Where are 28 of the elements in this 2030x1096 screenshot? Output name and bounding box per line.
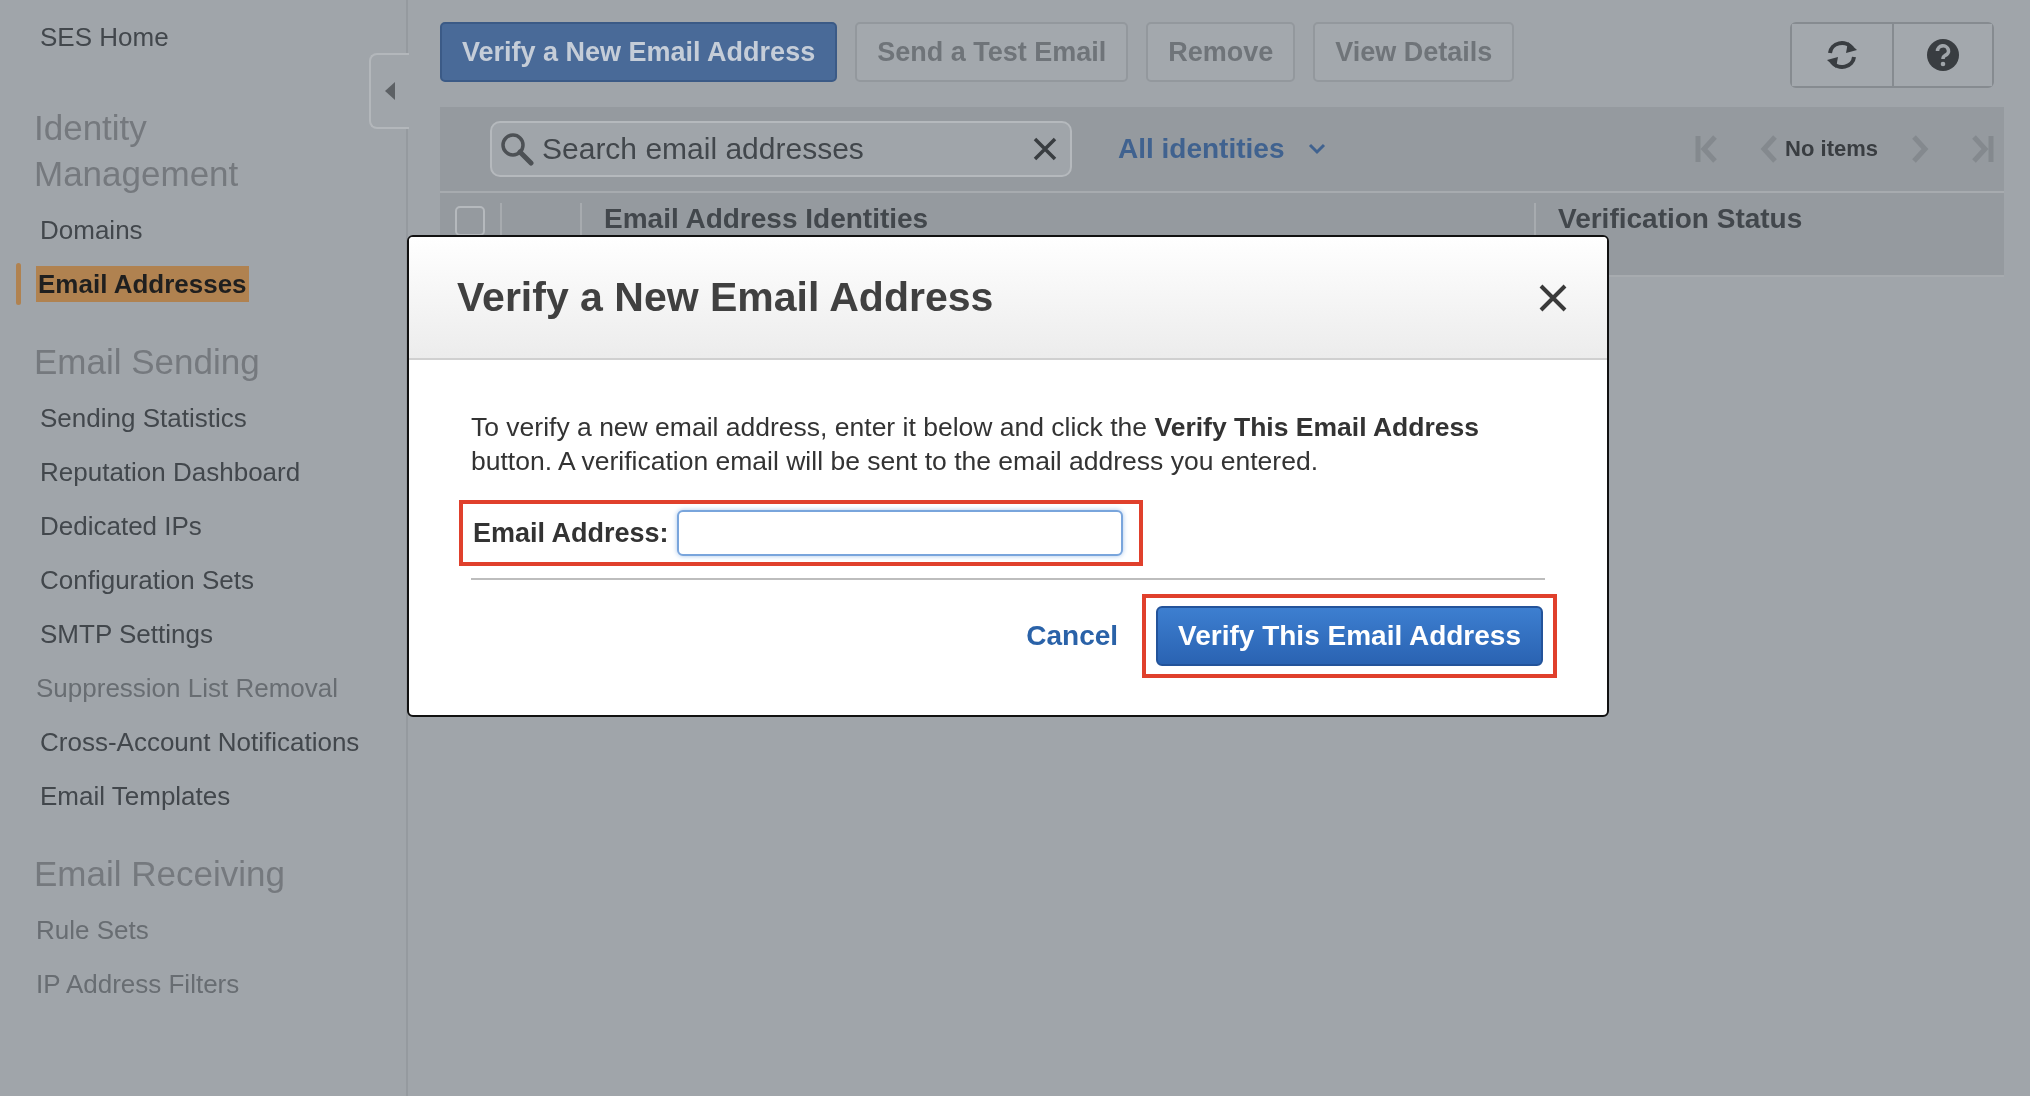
sidebar-link[interactable]: SES Home [0,22,406,53]
search-field[interactable]: Search email addresses [490,121,1072,177]
sidebar-item[interactable]: Domains [40,209,143,251]
sidebar-item[interactable]: Cross-Account Notifications [40,721,360,763]
sidebar-item[interactable]: Email Templates [40,775,231,817]
sidebar-item[interactable]: SMTP Settings [40,613,213,655]
instruction-text: To verify a new email address, enter it below and click the Verify This Email Address button. A verification email will be sent to the email address you entered. [471,411,1480,478]
sidebar-item[interactable]: Dedicated IPs [40,505,202,547]
column-header[interactable]: Verification Status [1558,203,1803,235]
sidebar-item[interactable]: Configuration Sets [40,559,254,601]
cancel-link[interactable]: Cancel [1026,620,1119,652]
verify-button[interactable]: Verify This Email Address [1156,606,1543,666]
sidebar-item[interactable]: Reputation Dashboard [40,451,301,493]
filter-dropdown[interactable]: All identities [1118,133,1327,165]
email-input[interactable] [676,510,1123,556]
chevron-down-icon [1308,143,1327,155]
field-label: Email Address: [473,517,669,549]
collapse-tab[interactable] [369,53,409,129]
sidebar-item[interactable]: Sending Statistics [40,397,247,439]
toolbar-button[interactable]: Verify a New Email Address [440,22,838,82]
help-icon [1926,38,1960,72]
column-header[interactable]: Email Address Identities [604,203,929,235]
sidebar-item[interactable]: Email Addresses [36,266,249,302]
pager-status: No items [1785,136,1878,162]
clear-icon[interactable] [1032,136,1058,162]
caret-icon [384,81,396,101]
help-button[interactable] [1892,24,1992,86]
dialog-title: Verify a New Email Address [457,274,994,321]
